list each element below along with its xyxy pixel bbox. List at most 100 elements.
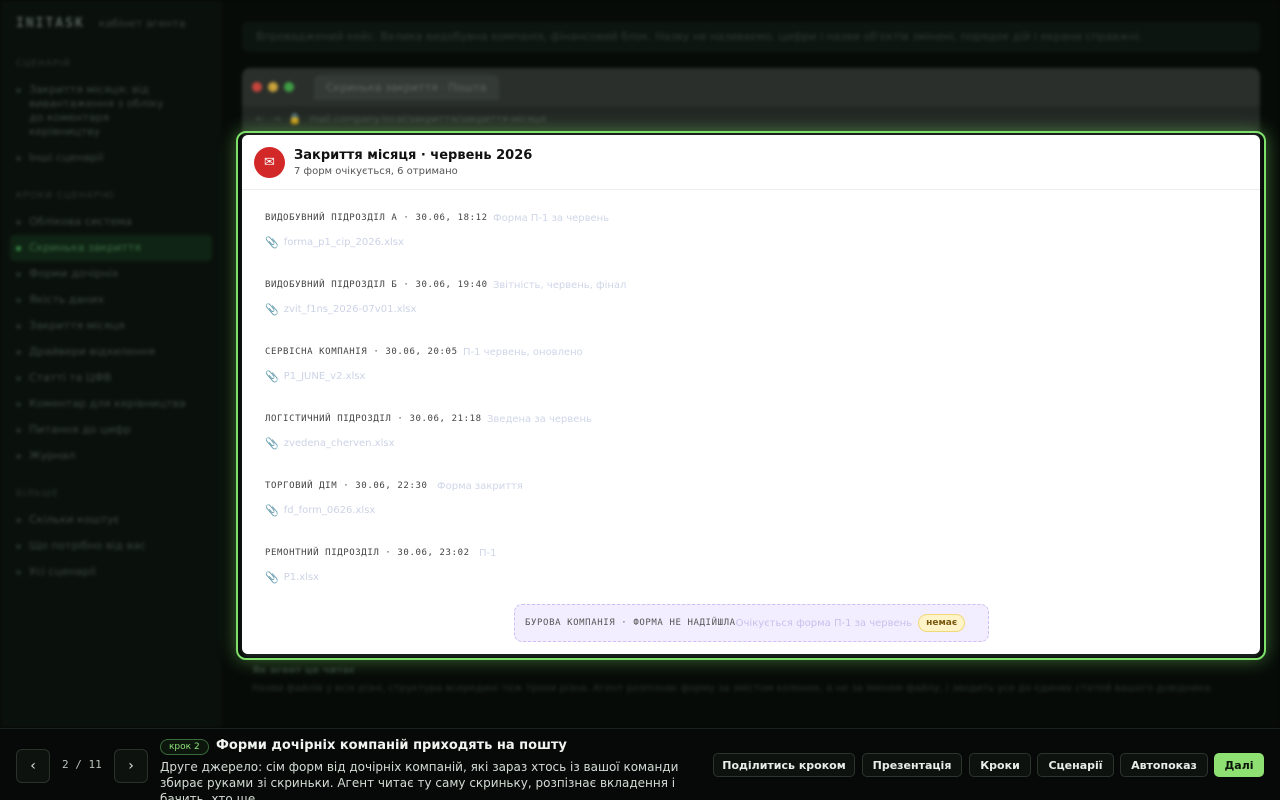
paperclip-icon: 📎 [265,303,279,316]
sidebar-item-step-10[interactable]: Журнал [0,443,222,469]
mail-icon: ✉ [254,146,285,178]
chevron-right-icon: › [128,758,134,774]
step-title: Форми дочірніх компаній приходять на пош… [216,738,567,753]
mail-message[interactable]: ВИДОБУВНИЙ ПІДРОЗДІЛ А · 30.06, 18:12 Фо… [265,213,609,249]
mail-message[interactable]: СЕРВІСНА КОМПАНІЯ · 30.06, 20:05 П-1 чер… [265,347,583,383]
sidebar-item-label: Форми дочірніх [29,267,119,280]
paperclip-icon: 📎 [265,571,279,584]
message-subject: Форма П-1 за червень [493,213,610,224]
sidebar: INITASK кабінет агента Сценарій Закриття… [0,0,222,728]
sidebar-item-label: Статті та ЦФВ [29,371,112,384]
mailbox-title: Закриття місяця · червень 2026 [294,147,533,163]
bullet-icon [16,324,21,329]
sidebar-item-step-3[interactable]: Форми дочірніх [0,261,222,287]
maximize-dot-icon [284,82,294,92]
message-attachment[interactable]: 📎 zvit_f1ns_2026-07v01.xlsx [265,303,488,316]
missing-form-subject: Очікується форма П-1 за червень [735,617,913,629]
minimize-dot-icon [268,82,278,92]
attachment-filename: zvit_f1ns_2026-07v01.xlsx [283,304,417,315]
reading-note-title: Як агент це читає [252,665,355,676]
sidebar-section-scenario: Сценарій [16,59,71,69]
attachment-filename: zvedena_cherven.xlsx [283,438,395,449]
browser-tab[interactable]: Скринька закриття · Пошта [314,74,499,100]
bullet-icon [16,298,21,303]
status-badge: немає [918,614,966,632]
close-dot-icon [252,82,262,92]
sidebar-item-label: Закриття місяця [29,319,125,332]
sidebar-item-label: Якість даних [29,293,104,306]
mailbox-header: ✉ Закриття місяця · червень 2026 7 форм … [242,135,1260,190]
attachment-filename: P1.xlsx [283,572,320,583]
scenarios-button[interactable]: Сценарії [1037,753,1114,777]
bullet-icon [16,246,21,251]
sidebar-item-step-5[interactable]: Закриття місяця [0,313,222,339]
share-step-button[interactable]: Поділитись кроком [713,753,855,777]
sidebar-item-step-1[interactable]: Облікова система [0,209,222,235]
brand-logo: INITASK [16,16,85,31]
missing-form-notice: БУРОВА КОМПАНІЯ · ФОРМА НЕ НАДІЙШЛА Очік… [514,604,989,642]
step-counter: 2 / 11 [62,758,102,771]
message-attachment[interactable]: 📎 P1_JUNE_v2.xlsx [265,370,458,383]
forward-icon[interactable]: → [272,114,280,125]
message-sender-time: ЛОГІСТИЧНИЙ ПІДРОЗДІЛ · 30.06, 21:18 [265,414,482,424]
mail-message[interactable]: ЛОГІСТИЧНИЙ ПІДРОЗДІЛ · 30.06, 21:18 Зве… [265,414,592,450]
sidebar-item-step-6[interactable]: Драйвери відхилення [0,339,222,365]
message-sender-time: СЕРВІСНА КОМПАНІЯ · 30.06, 20:05 [265,347,458,357]
mail-message[interactable]: ТОРГОВИЙ ДІМ · 30.06, 22:30 Форма закрит… [265,481,523,517]
message-sender-time: ВИДОБУВНИЙ ПІДРОЗДІЛ А · 30.06, 18:12 [265,213,488,223]
sidebar-item-label: Усі сценарії [29,565,96,578]
sidebar-item-label: Облікова система [29,215,133,228]
message-subject: Звітність, червень, фінал [493,280,627,291]
sidebar-item-requirements[interactable]: Що потрібно від вас [0,533,222,559]
message-subject: Зведена за червень [487,414,592,425]
sidebar-item-step-7[interactable]: Статті та ЦФВ [0,365,222,391]
sidebar-item-label: Скринька закриття [29,241,141,254]
message-attachment[interactable]: 📎 fd_form_0626.xlsx [265,504,428,517]
message-attachment[interactable]: 📎 P1.xlsx [265,571,470,584]
reading-note-text: Назви файлів у всіх різні, структура все… [252,683,1214,694]
attachment-filename: forma_p1_cip_2026.xlsx [283,237,404,248]
mail-message[interactable]: ВИДОБУВНИЙ ПІДРОЗДІЛ Б · 30.06, 19:40 Зв… [265,280,626,316]
sidebar-item-pricing[interactable]: Скільки коштує [0,507,222,533]
sidebar-item-step-2[interactable]: Скринька закриття [10,235,212,261]
sidebar-section-steps: Кроки сценарію [16,191,115,201]
back-icon[interactable]: ← [256,114,264,125]
autoplay-button[interactable]: Автопоказ [1120,753,1208,777]
attachment-filename: P1_JUNE_v2.xlsx [283,371,366,382]
message-subject: П-1 [479,548,497,559]
message-sender-time: РЕМОНТНИЙ ПІДРОЗДІЛ · 30.06, 23:02 [265,548,470,558]
paperclip-icon: 📎 [265,370,279,383]
message-attachment[interactable]: 📎 forma_p1_cip_2026.xlsx [265,236,488,249]
next-step-arrow-button[interactable]: › [114,749,148,783]
sidebar-item-label: Коментар для керівництва [29,397,186,410]
lock-icon: 🔒 [288,113,302,125]
steps-button[interactable]: Кроки [969,753,1031,777]
sidebar-item-step-8[interactable]: Коментар для керівництва [0,391,222,417]
sidebar-item-step-9[interactable]: Питання до цифр [0,417,222,443]
bullet-icon [16,220,21,225]
sidebar-item-label: Закриття місяця: від вивантаження з облі… [29,83,164,138]
message-subject: П-1 червень, оновлено [463,347,583,358]
presentation-button[interactable]: Презентація [862,753,962,777]
paperclip-icon: 📎 [265,437,279,450]
bullet-icon [16,454,21,459]
mail-message[interactable]: РЕМОНТНИЙ ПІДРОЗДІЛ · 30.06, 23:02 П-1 📎… [265,548,497,584]
brand: INITASK кабінет агента [0,16,222,49]
sidebar-item-label: Що потрібно від вас [29,539,146,552]
bullet-icon [16,88,21,93]
sidebar-item-all-scenarios[interactable]: Усі сценарії [0,559,222,585]
message-attachment[interactable]: 📎 zvedena_cherven.xlsx [265,437,482,450]
step-badge: крок 2 [160,739,209,755]
sidebar-item-other-scenarios[interactable]: Інші сценарії [0,145,222,171]
sidebar-item-scenario-current[interactable]: Закриття місяця: від вивантаження з облі… [0,77,222,145]
bullet-icon [16,156,21,161]
sidebar-item-step-4[interactable]: Якість даних [0,287,222,313]
next-button[interactable]: Далі [1214,753,1264,777]
mailbox-card: ✉ Закриття місяця · червень 2026 7 форм … [242,135,1260,654]
step-description: Друге джерело: сім форм від дочірніх ком… [160,760,679,800]
prev-step-button[interactable]: ‹ [16,749,50,783]
address-bar[interactable]: ← → 🔒 mail.company.local/закриття/закрит… [242,106,1260,132]
missing-form-sender: БУРОВА КОМПАНІЯ · ФОРМА НЕ НАДІЙШЛА [525,618,736,628]
browser-titlebar: Скринька закриття · Пошта [242,68,1260,106]
bullet-icon [16,570,21,575]
